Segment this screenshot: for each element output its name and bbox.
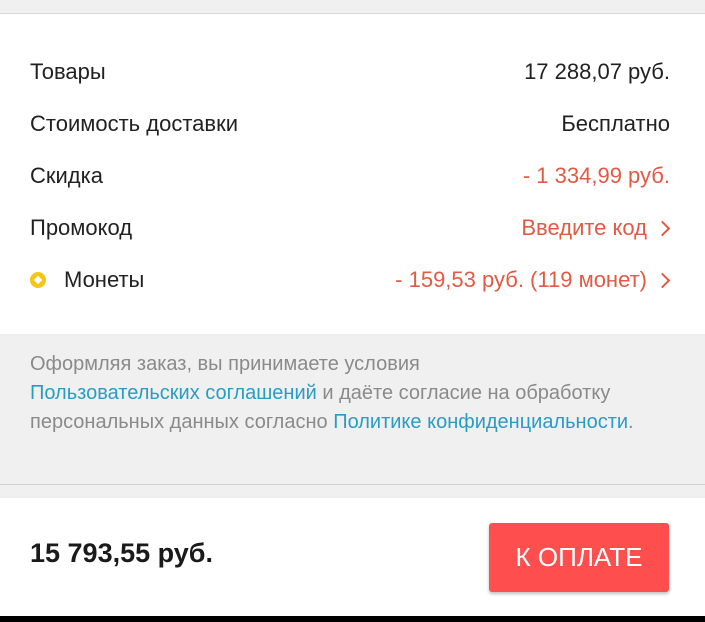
pay-button[interactable]: К ОПЛАТЕ — [489, 523, 669, 592]
enter-promo-text: Введите код — [521, 215, 647, 240]
coins-value: - 159,53 руб. (119 монет) — [395, 267, 647, 292]
coins-label-group: Монеты — [30, 267, 144, 293]
promo-code-row[interactable]: Промокод Введите код — [30, 208, 671, 248]
chevron-right-icon — [654, 220, 671, 236]
terms-notice: Оформляя заказ, вы принимаете условия Пол… — [30, 350, 670, 437]
items-label: Товары — [30, 59, 106, 84]
privacy-policy-link[interactable]: Политике конфиденциальности — [333, 411, 628, 433]
terms-text-3: . — [628, 411, 634, 433]
coins-label: Монеты — [64, 267, 145, 292]
bottom-divider — [0, 484, 705, 485]
chevron-right-icon — [654, 272, 671, 288]
promo-label: Промокод — [30, 215, 133, 240]
order-summary: Товары 17 288,07 руб. Стоимость доставки… — [0, 14, 705, 334]
terms-text-1: Оформляя заказ, вы принимаете условия — [30, 353, 420, 375]
order-total: 15 793,55 руб. — [30, 538, 213, 568]
coins-link[interactable]: - 159,53 руб. (119 монет) — [395, 267, 671, 293]
delivery-value: Бесплатно — [561, 111, 670, 136]
summary-row-discount: Скидка - 1 334,99 руб. — [30, 156, 670, 196]
checkout-bar: 15 793,55 руб. К ОПЛАТЕ — [0, 498, 705, 616]
checkout-page: Товары 17 288,07 руб. Стоимость доставки… — [0, 0, 705, 622]
enter-promo-link[interactable]: Введите код — [521, 215, 671, 241]
coins-row[interactable]: Монеты - 159,53 руб. (119 монет) — [30, 260, 671, 300]
delivery-label: Стоимость доставки — [30, 111, 238, 136]
coin-icon — [30, 272, 46, 288]
top-divider — [0, 0, 705, 14]
items-value: 17 288,07 руб. — [524, 59, 670, 84]
screen-bottom-edge — [0, 616, 705, 622]
summary-row-items: Товары 17 288,07 руб. — [30, 52, 670, 92]
summary-row-delivery: Стоимость доставки Бесплатно — [30, 104, 670, 144]
discount-value: - 1 334,99 руб. — [522, 163, 670, 188]
discount-label: Скидка — [30, 163, 103, 188]
user-agreement-link[interactable]: Пользовательских соглашений — [30, 382, 317, 404]
